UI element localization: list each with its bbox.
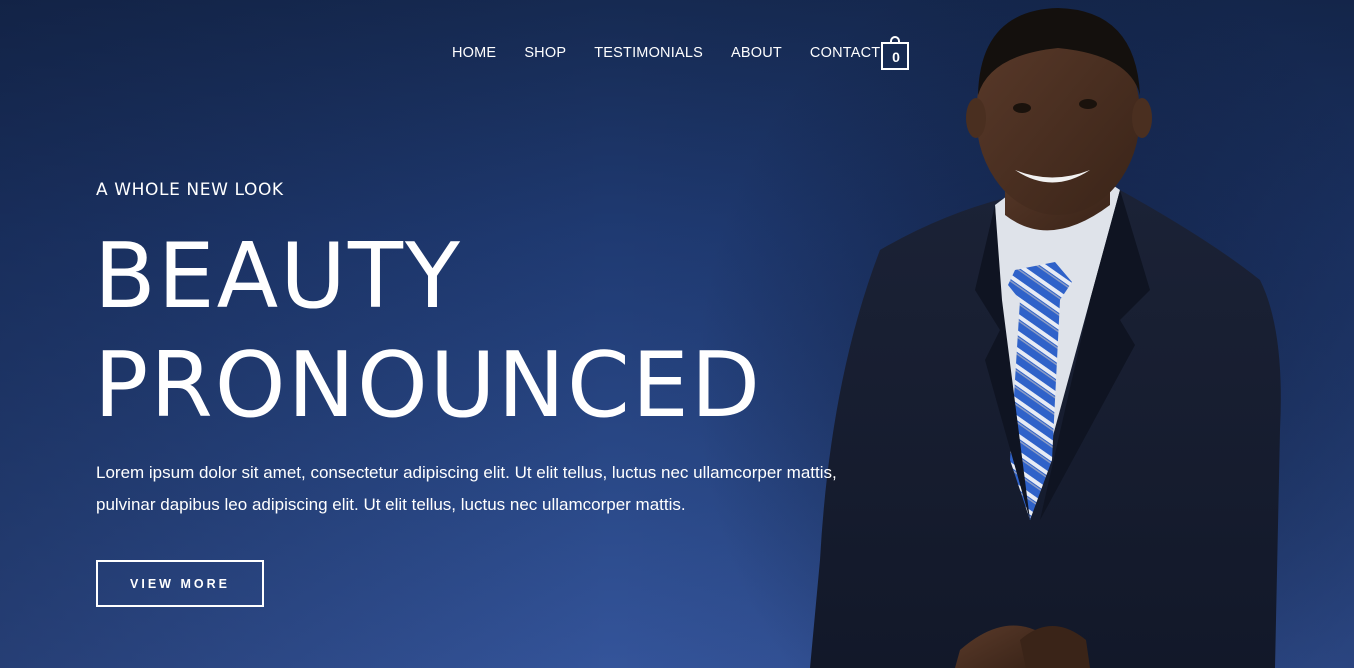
hero-person-image [810,8,1281,668]
hero-description: Lorem ipsum dolor sit amet, consectetur … [96,457,837,521]
hero-eyebrow: A WHOLE NEW LOOK [96,180,284,200]
hero-headline-line-2: PRONOUNCED [94,333,763,438]
cart-button[interactable]: 0 [881,36,911,72]
nav-testimonials-link[interactable]: TESTIMONIALS [594,45,703,61]
hero-description-line-1: Lorem ipsum dolor sit amet, consectetur … [96,463,837,482]
hero-headline: BEAUTY PRONOUNCED [94,222,762,440]
hero-headline-line-1: BEAUTY [94,224,463,329]
nav-contact-link[interactable]: CONTACT [810,45,880,61]
cart-count-badge: 0 [892,49,900,65]
nav-about-link[interactable]: ABOUT [731,45,782,61]
nav-home-link[interactable]: HOME [452,45,496,61]
hero-section: HOME SHOP TESTIMONIALS ABOUT CONTACT 0 A… [0,0,1354,668]
nav-shop-link[interactable]: SHOP [524,45,566,61]
main-nav: HOME SHOP TESTIMONIALS ABOUT CONTACT [452,45,880,61]
view-more-button[interactable]: VIEW MORE [96,560,264,607]
hero-description-line-2: pulvinar dapibus leo adipiscing elit. Ut… [96,495,686,514]
